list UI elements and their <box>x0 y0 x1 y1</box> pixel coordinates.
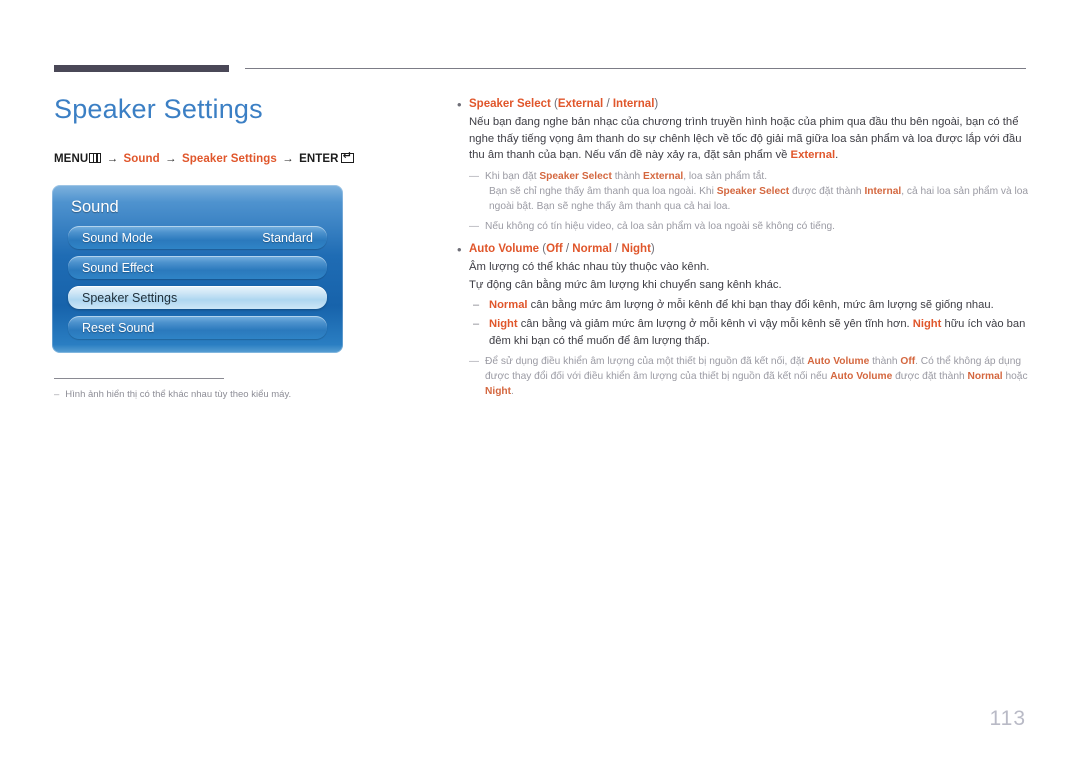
osd-panel-title: Sound <box>71 198 119 216</box>
page-number: 113 <box>989 707 1026 730</box>
enter-return-icon <box>340 150 354 163</box>
heading-open-paren: ( <box>550 98 558 110</box>
footnote-text: Hình ảnh hiển thị có thể khác nhau tùy t… <box>65 389 292 400</box>
note-text: được đặt thành <box>892 371 968 383</box>
paragraph-period: . <box>835 149 839 162</box>
header-rule-dark <box>54 65 229 72</box>
path-step-speaker-settings[interactable]: Speaker Settings <box>182 153 277 165</box>
osd-item-sound-effect[interactable]: Sound Effect <box>68 256 327 279</box>
option-separator: / <box>603 98 613 110</box>
heading-close-paren: ) <box>654 98 659 110</box>
note-text: Nếu không có tín hiệu video, cả loa sản … <box>485 221 836 233</box>
osd-item-value: Standard <box>262 230 313 245</box>
sub-item-normal: – Normal cân bằng mức âm lượng ở mỗi kên… <box>469 297 1030 313</box>
option-external: External <box>557 98 604 110</box>
note-text: Bạn sẽ chỉ nghe thấy âm thanh qua loa ng… <box>489 185 717 197</box>
note-speaker-select-2: — Nếu không có tín hiệu video, cả loa sả… <box>469 219 1030 234</box>
menu-navigation-path: MENU → Sound → Speaker Settings → ENTER <box>54 150 414 165</box>
osd-item-reset-sound[interactable]: Reset Sound <box>68 316 327 339</box>
note-text: , loa sản phẩm tắt. <box>683 170 768 182</box>
note-text: được đặt thành <box>789 185 865 197</box>
menu-button-label: MENU <box>54 153 89 165</box>
page-title: Speaker Settings <box>54 94 263 124</box>
enter-button-label: ENTER <box>299 153 339 165</box>
path-arrow-3: → <box>282 153 294 165</box>
note-text: Khi bạn đặt <box>485 170 540 182</box>
inline-auto-volume: Auto Volume <box>807 356 870 367</box>
note-text: thành <box>611 170 644 182</box>
bullet-auto-volume: • Auto Volume (Off / Normal / Night) Âm … <box>455 241 1030 400</box>
note-continuation: Bạn sẽ chỉ nghe thấy âm thanh qua loa ng… <box>485 184 1030 214</box>
footnote-divider <box>54 378 224 379</box>
option-separator: / <box>562 242 573 255</box>
inline-normal: Normal <box>967 371 1003 383</box>
section-speaker-select: • Speaker Select (External / Internal) N… <box>455 96 1030 235</box>
inline-internal: Internal <box>864 185 902 197</box>
option-off: Off <box>546 242 563 255</box>
footnote-dash: – <box>54 389 60 400</box>
header-rule-thin <box>245 68 1026 69</box>
note-dash-icon: — <box>469 170 479 182</box>
note-dash-icon: — <box>469 221 479 233</box>
left-footnote: – Hình ảnh hiển thị có thể khác nhau tùy… <box>54 388 394 401</box>
inline-normal: Normal <box>489 298 528 311</box>
left-footnote-block: – Hình ảnh hiển thị có thể khác nhau tùy… <box>54 378 394 401</box>
left-column: Speaker Settings MENU → Sound → Speaker … <box>54 92 414 165</box>
auto-volume-paragraph-2: Tự động cân bằng mức âm lượng khi chuyển… <box>469 279 782 292</box>
note-dash-icon: — <box>469 356 479 367</box>
note-text: . <box>511 386 514 398</box>
option-night: Night <box>621 242 651 255</box>
note-text: Để sử dụng điều khiển âm lượng của một t… <box>485 356 808 367</box>
sub-dash-icon: – <box>473 318 480 331</box>
note-text: hoặc <box>1002 371 1028 383</box>
sub-text: cân bằng mức âm lượng ở mỗi kênh để khi … <box>527 298 994 311</box>
auto-volume-paragraph-1: Âm lượng có thể khác nhau tùy thuộc vào … <box>469 260 710 273</box>
osd-item-label: Sound Mode <box>82 230 153 245</box>
path-arrow-1: → <box>106 153 119 165</box>
paragraph-text: Nếu bạn đang nghe bản nhạc của chương tr… <box>469 116 1022 162</box>
inline-external: External <box>790 149 836 162</box>
inline-auto-volume: Auto Volume <box>830 371 893 383</box>
sub-text: cân bằng và giảm mức âm lượng ở mỗi kênh… <box>517 318 913 331</box>
heading-name: Speaker Select <box>469 98 551 110</box>
osd-item-label: Sound Effect <box>82 260 154 275</box>
inline-night: Night <box>489 318 518 331</box>
speaker-select-paragraph: Nếu bạn đang nghe bản nhạc của chương tr… <box>469 114 1030 164</box>
heading-name: Auto Volume <box>469 242 540 255</box>
inline-external: External <box>643 170 684 182</box>
bullet-icon: • <box>457 97 462 112</box>
speaker-select-heading: Speaker Select (External / Internal) <box>469 96 1030 113</box>
auto-volume-heading: Auto Volume (Off / Normal / Night) <box>469 241 1030 258</box>
inline-speaker-select: Speaker Select <box>716 185 790 197</box>
inline-off: Off <box>900 356 916 367</box>
sub-dash-icon: – <box>473 298 480 311</box>
bullet-icon: • <box>457 241 462 257</box>
inline-night: Night <box>485 386 512 398</box>
osd-item-label: Speaker Settings <box>82 290 178 305</box>
osd-item-label: Reset Sound <box>82 320 155 335</box>
option-internal: Internal <box>612 98 655 110</box>
right-column: • Speaker Select (External / Internal) N… <box>455 96 1030 400</box>
inline-night: Night <box>912 318 942 331</box>
sub-item-night: – Night cân bằng và giảm mức âm lượng ở … <box>469 316 1030 349</box>
path-arrow-2: → <box>165 153 177 165</box>
option-separator: / <box>611 242 622 255</box>
option-normal: Normal <box>572 242 612 255</box>
note-auto-volume-1: — Để sử dụng điều khiển âm lượng của một… <box>469 354 1030 400</box>
path-step-sound[interactable]: Sound <box>123 153 159 165</box>
section-auto-volume: • Auto Volume (Off / Normal / Night) Âm … <box>455 241 1030 400</box>
menu-grid-icon <box>89 153 102 163</box>
note-speaker-select-1: — Khi bạn đặt Speaker Select thành Exter… <box>469 169 1030 215</box>
note-text: thành <box>869 356 901 367</box>
osd-sound-menu-panel: Sound Sound Mode Standard Sound Effect S… <box>52 185 343 353</box>
inline-speaker-select: Speaker Select <box>539 170 612 182</box>
bullet-speaker-select: • Speaker Select (External / Internal) N… <box>455 96 1030 235</box>
osd-item-sound-mode[interactable]: Sound Mode Standard <box>68 226 327 249</box>
heading-close-paren: ) <box>650 242 655 255</box>
osd-item-speaker-settings[interactable]: Speaker Settings <box>68 286 327 309</box>
